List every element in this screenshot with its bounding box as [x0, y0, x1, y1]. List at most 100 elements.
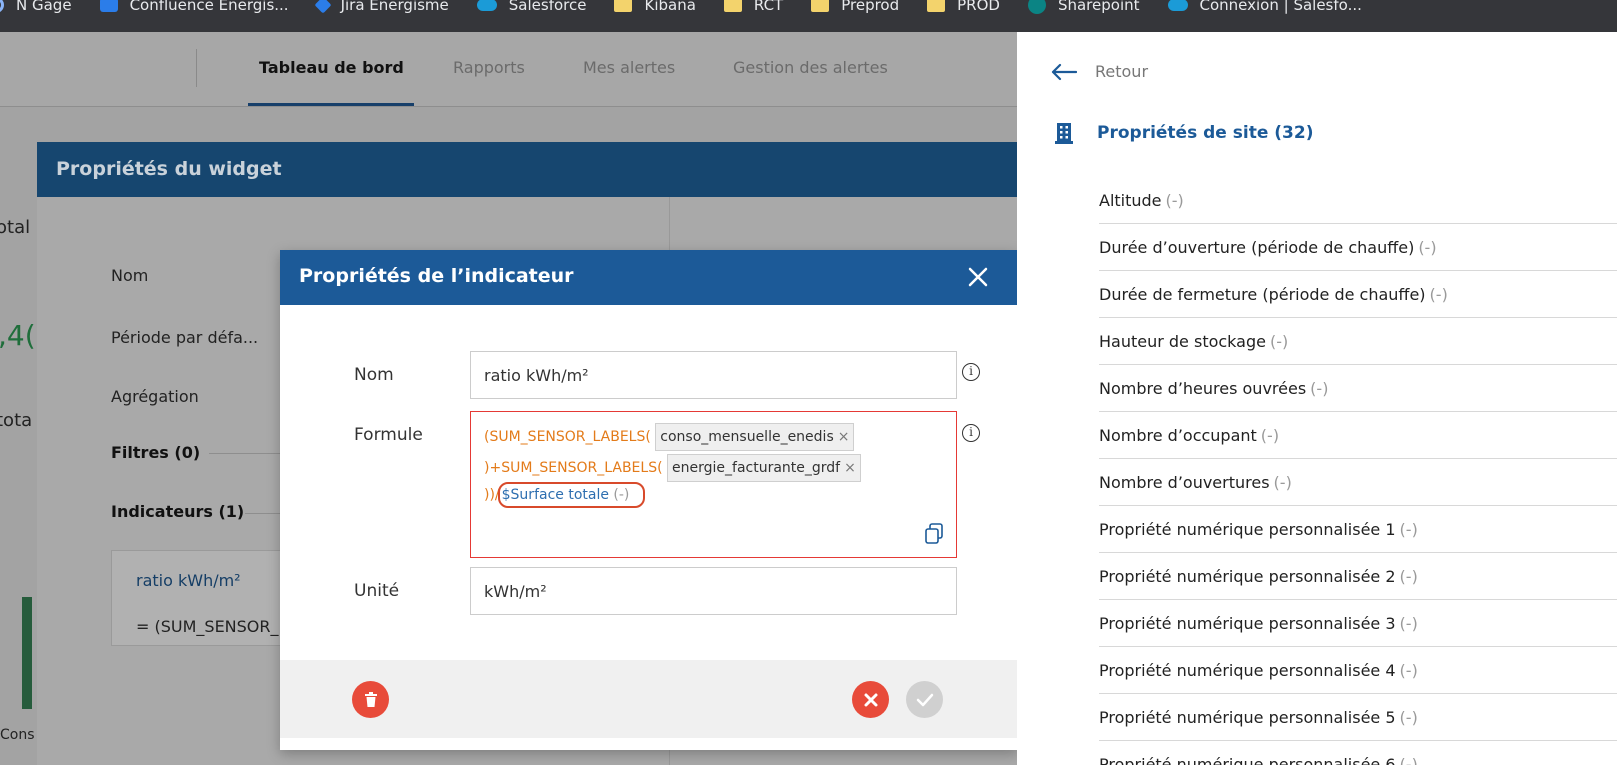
site-property-item[interactable]: Propriété numérique personnalisée 3 (-) [1099, 600, 1617, 647]
bookmark-prod[interactable]: PROD [927, 0, 1000, 21]
dialog-label-unite: Unité [354, 581, 400, 601]
site-property-name: Propriété numérique personnalisée 5 [1099, 707, 1396, 727]
dialog-label-nom: Nom [354, 365, 394, 385]
background-fragment: Cons [0, 727, 35, 743]
site-property-value: (-) [1399, 566, 1418, 586]
chip-label: energie_facturante_grdf [672, 460, 841, 476]
site-property-item[interactable]: Nombre d’heures ouvrées (-) [1099, 365, 1617, 412]
folder-icon [927, 0, 946, 12]
bookmark-sharepoint[interactable]: Sharepoint [1027, 0, 1140, 21]
info-icon[interactable]: i [962, 363, 980, 381]
chip-remove-icon[interactable]: × [838, 429, 850, 445]
bookmark-preprod[interactable]: Preprod [811, 0, 899, 21]
site-property-name: Nombre d’heures ouvrées [1099, 378, 1307, 398]
site-property-item[interactable]: Nombre d’occupant (-) [1099, 412, 1617, 459]
widget-label-nom: Nom [111, 266, 149, 285]
widget-modal-title: Propriétés du widget [37, 142, 1050, 197]
sensor-label-chip[interactable]: energie_facturante_grdf × [667, 454, 861, 482]
formula-operator: )+ [484, 460, 502, 476]
cancel-button[interactable] [852, 681, 889, 718]
tab-mes-alertes[interactable]: Mes alertes [583, 58, 675, 77]
bookmark-label: RCT [753, 0, 784, 14]
site-property-value: (-) [1273, 472, 1292, 492]
bookmark-label: Salesforce [508, 0, 587, 14]
site-property-name: Propriété numérique personnalisée 2 [1099, 566, 1396, 586]
site-properties-title: Propriétés de site (32) [1097, 123, 1314, 143]
site-property-item[interactable]: Durée d’ouverture (période de chauffe) (-… [1099, 224, 1617, 271]
sharepoint-icon [1027, 0, 1046, 14]
site-property-name: Durée de fermeture (période de chauffe) [1099, 284, 1426, 304]
tab-tableau-de-bord[interactable]: Tableau de bord [259, 58, 404, 77]
site-property-value: (-) [1310, 378, 1329, 398]
formula-line-2: )+SUM_SENSOR_LABELS( energie_facturante_… [484, 453, 943, 484]
bookmark-label: Confluence Energis... [129, 0, 289, 14]
trash-icon [364, 691, 377, 707]
site-property-value: (-) [1165, 190, 1184, 210]
bookmark-ngage[interactable]: N Gage [0, 0, 72, 21]
bookmark-salesforce[interactable]: Salesforce [476, 0, 587, 21]
site-property-name: Nombre d’occupant [1099, 425, 1257, 445]
chip-remove-icon[interactable]: × [844, 460, 856, 476]
site-property-item[interactable]: Durée de fermeture (période de chauffe)(… [1099, 271, 1617, 318]
site-property-item[interactable]: Hauteur de stockage (-) [1099, 318, 1617, 365]
unit-input[interactable]: kWh/m² [470, 567, 957, 615]
bookmark-label: N Gage [16, 0, 72, 14]
site-property-value: (-) [1269, 331, 1289, 351]
checkmark-icon [916, 693, 933, 706]
site-property-name: Propriété numérique personnalisée 4 [1099, 660, 1396, 680]
background-fragment: otal [0, 217, 31, 238]
site-property-item[interactable]: Propriété numérique personnalisée 1 (-) [1099, 506, 1617, 553]
dialog-label-formule: Formule [354, 425, 423, 445]
close-icon [864, 693, 877, 706]
salesforce-cloud-icon [476, 0, 497, 11]
indicator-properties-dialog: Propriétés de l’indicateur Nom ratio kWh… [280, 250, 1018, 750]
formula-editor[interactable]: (SUM_SENSOR_LABELS( conso_mensuelle_ened… [470, 411, 957, 558]
site-property-value: (-) [1399, 707, 1418, 727]
delete-button[interactable] [352, 681, 389, 718]
confirm-button[interactable] [906, 681, 943, 718]
site-property-item[interactable]: Nombre d’ouvertures (-) [1099, 459, 1617, 506]
section-divider [209, 453, 289, 454]
indicator-name-input[interactable]: ratio kWh/m² [470, 351, 957, 399]
widget-indicators-section[interactable]: Indicateurs (1) [111, 502, 244, 521]
bookmark-jira[interactable]: Jira Energisme [314, 0, 449, 21]
formula-function: SUM_SENSOR_LABELS( [501, 460, 663, 476]
bookmark-label: PROD [957, 0, 1000, 14]
info-icon[interactable]: i [962, 424, 980, 442]
site-properties-list: Altitude (-) Durée d’ouverture (période de… [1099, 177, 1617, 765]
bookmark-connexion-salesforce[interactable]: Connexion | Salesfo... [1167, 0, 1362, 21]
site-property-variable[interactable]: $Surface totale (-) [497, 482, 646, 508]
jira-icon [314, 0, 332, 14]
bookmark-confluence[interactable]: Confluence Energis... [99, 0, 289, 21]
site-property-value: (-) [1399, 613, 1418, 633]
formula-line-1: (SUM_SENSOR_LABELS( conso_mensuelle_ened… [484, 422, 943, 453]
site-property-item[interactable]: Propriété numérique personnalisée 5 (-) [1099, 694, 1617, 741]
site-properties-header[interactable]: Propriétés de site (32) [1055, 122, 1313, 144]
bookmark-label: Connexion | Salesfo... [1199, 0, 1362, 14]
variable-name: $Surface totale [501, 487, 609, 503]
site-property-value: (-) [1399, 660, 1418, 680]
sensor-label-chip[interactable]: conso_mensuelle_enedis × [655, 423, 855, 451]
site-property-name: Durée d’ouverture (période de chauffe) [1099, 237, 1415, 257]
back-button[interactable]: Retour [1051, 62, 1148, 81]
site-property-value: (-) [1418, 237, 1437, 257]
tab-gestion-des-alertes[interactable]: Gestion des alertes [733, 58, 888, 77]
site-property-item[interactable]: Altitude (-) [1099, 177, 1617, 224]
site-property-item[interactable]: Propriété numérique personnalisée 6 (-) [1099, 741, 1617, 765]
bookmark-kibana[interactable]: Kibana [614, 0, 696, 21]
site-property-value: (-) [1429, 284, 1448, 304]
top-navigation: Tableau de bord Rapports Mes alertes Ges… [0, 32, 1050, 107]
tab-rapports[interactable]: Rapports [453, 58, 525, 77]
copy-icon[interactable] [924, 523, 944, 545]
bookmark-label: Sharepoint [1057, 0, 1140, 14]
folder-icon [614, 0, 633, 12]
site-property-item[interactable]: Propriété numérique personnalisée 4 (-) [1099, 647, 1617, 694]
nav-divider [196, 49, 197, 87]
widget-filters-section[interactable]: Filtres (0) [111, 443, 200, 462]
confluence-icon [99, 0, 118, 12]
site-property-item[interactable]: Propriété numérique personnalisée 2 (-) [1099, 553, 1617, 600]
close-icon[interactable] [964, 263, 992, 291]
dialog-footer [280, 660, 1018, 738]
bookmark-rct[interactable]: RCT [723, 0, 784, 21]
site-property-name: Altitude [1099, 190, 1162, 210]
